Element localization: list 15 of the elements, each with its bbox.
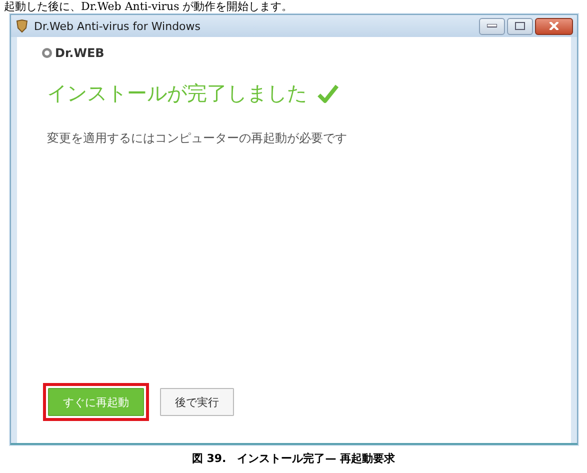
message-text: 変更を適用するにはコンピューターの再起動が必要です xyxy=(47,130,348,147)
shield-icon xyxy=(15,19,29,33)
heading: インストールが完了しました xyxy=(47,80,307,107)
logo-text: Dr.WEB xyxy=(55,46,104,60)
maximize-icon xyxy=(515,22,525,30)
body-text: 起動した後に、Dr.Web Anti-virus が動作を開始します。 xyxy=(4,0,294,13)
check-icon xyxy=(317,84,339,104)
close-icon xyxy=(549,22,559,30)
minimize-icon xyxy=(487,24,497,28)
window-title: Dr.Web Anti-virus for Windows xyxy=(34,20,201,32)
later-button[interactable]: 後で実行 xyxy=(160,388,234,416)
figure-caption: 図 39. インストール完了— 再起動要求 xyxy=(190,451,396,466)
minimize-button[interactable] xyxy=(479,18,505,34)
maximize-button[interactable] xyxy=(507,18,533,34)
close-button[interactable] xyxy=(535,18,573,34)
